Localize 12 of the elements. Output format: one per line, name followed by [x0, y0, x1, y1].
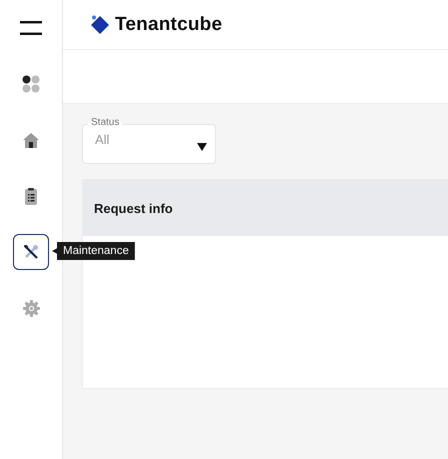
home-icon[interactable]	[23, 132, 39, 148]
tools-icon[interactable]	[24, 245, 38, 259]
logo-icon	[90, 15, 110, 34]
brand-name: Tenantcube	[115, 14, 222, 36]
tooltip: Maintenance	[52, 242, 135, 260]
status-dropdown[interactable]: All	[82, 124, 216, 164]
dashboard-icon[interactable]	[22, 75, 40, 93]
dropdown-caret-icon	[197, 143, 207, 151]
column-header: Request info	[94, 200, 173, 216]
nav-button[interactable]	[13, 234, 49, 270]
menu-icon[interactable]	[20, 21, 42, 35]
clipboard-icon[interactable]	[25, 188, 37, 204]
